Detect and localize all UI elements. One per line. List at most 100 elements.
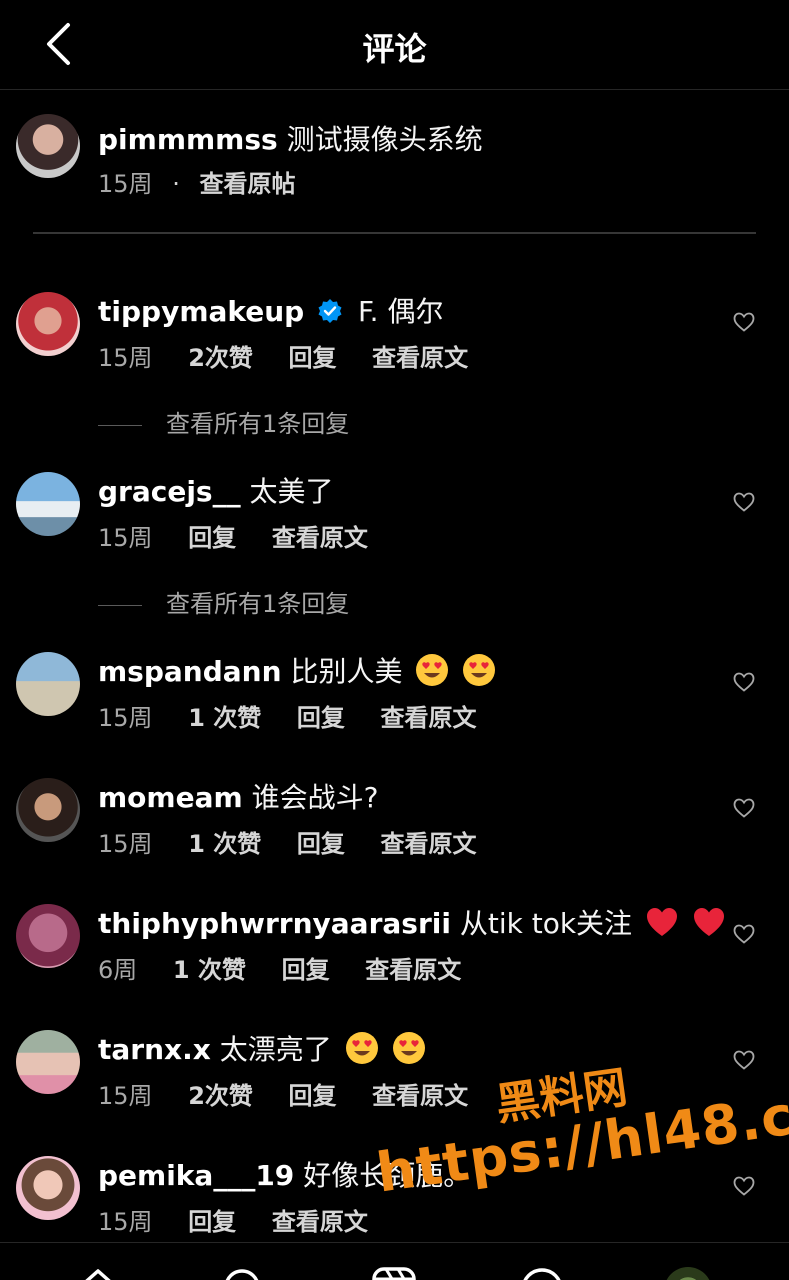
like-count[interactable]: 1 次赞	[173, 956, 246, 984]
comment-line: pemika___19 好像长颈鹿。	[98, 1154, 471, 1194]
comment-text: 太美了	[249, 475, 334, 508]
comment-time: 15周	[98, 1208, 153, 1236]
comment-line: gracejs__ 太美了	[98, 470, 334, 510]
comment-meta: 15周 2次赞 回复 查看原文	[98, 1076, 496, 1111]
comment-item: tippymakeup F. 偶尔 15周 2次赞 回复 查看原文	[0, 288, 789, 388]
comment-item: momeam 谁会战斗? 15周 1 次赞 回复 查看原文	[0, 774, 789, 874]
comment-username[interactable]: momeam	[98, 781, 243, 814]
comment-meta: 15周 2次赞 回复 查看原文	[98, 338, 496, 373]
reels-icon[interactable]	[370, 1265, 418, 1280]
see-translation-button[interactable]: 查看原文	[381, 704, 477, 732]
heart-eyes-emoji	[416, 654, 449, 686]
home-icon[interactable]	[74, 1265, 122, 1280]
see-translation-button[interactable]: 查看原文	[372, 344, 468, 372]
caption-time: 15周	[98, 170, 153, 198]
avatar[interactable]	[16, 472, 80, 536]
avatar[interactable]	[16, 292, 80, 356]
avatar[interactable]	[16, 1030, 80, 1094]
comment-item: tarnx.x 太漂亮了 15周 2次赞 回复 查看原文	[0, 1026, 789, 1126]
comment-username[interactable]: gracejs__	[98, 475, 241, 508]
replies-line	[98, 424, 142, 426]
reply-button[interactable]: 回复	[297, 704, 345, 732]
view-replies-button[interactable]: 查看所有1条回复	[98, 404, 349, 439]
comment-time: 15周	[98, 704, 153, 732]
comment-item: thiphyphwrrnyaarasrii 从tik tok关注 6周 1 次赞…	[0, 900, 789, 1000]
red-heart-emoji	[693, 908, 724, 936]
avatar[interactable]	[16, 1156, 80, 1220]
post-caption: pimmmmss 测试摄像头系统 15周 · 查看原帖	[0, 110, 789, 200]
comment-meta: 6周 1 次赞 回复 查看原文	[98, 950, 489, 985]
reply-button[interactable]: 回复	[282, 956, 330, 984]
comment-username[interactable]: pemika___19	[98, 1159, 294, 1192]
reply-button[interactable]: 回复	[297, 830, 345, 858]
like-count[interactable]: 2次赞	[188, 1082, 253, 1110]
comment-text: 谁会战斗?	[251, 781, 379, 814]
view-replies-label: 查看所有1条回复	[166, 410, 350, 438]
comment-text: F. 偶尔	[358, 295, 444, 328]
like-count[interactable]: 1 次赞	[188, 830, 261, 858]
see-translation-button[interactable]: 查看原文	[381, 830, 477, 858]
comment-item: pemika___19 好像长颈鹿。 15周 回复 查看原文	[0, 1152, 789, 1252]
comment-line: tippymakeup F. 偶尔	[98, 290, 443, 330]
heart-icon[interactable]	[732, 1048, 756, 1072]
comment-username[interactable]: tippymakeup	[98, 295, 304, 328]
comment-line: momeam 谁会战斗?	[98, 776, 378, 816]
meta-dot: ·	[172, 170, 180, 198]
replies-line	[98, 604, 142, 606]
comment-text: 太漂亮了	[219, 1033, 332, 1066]
comment-time: 15周	[98, 524, 153, 552]
reply-button[interactable]: 回复	[289, 344, 337, 372]
comment-text: 从tik tok关注	[459, 907, 633, 940]
comment-meta: 15周 回复 查看原文	[98, 1202, 396, 1237]
heart-icon[interactable]	[732, 310, 756, 334]
see-translation-button[interactable]: 查看原文	[372, 1082, 468, 1110]
comment-meta: 15周 1 次赞 回复 查看原文	[98, 824, 505, 859]
reply-button[interactable]: 回复	[188, 1208, 236, 1236]
comment-text: 比别人美	[290, 655, 403, 688]
page-title: 评论	[362, 30, 427, 68]
caption-meta: 15周 · 查看原帖	[98, 164, 323, 199]
avatar[interactable]	[16, 778, 80, 842]
profile-avatar[interactable]	[664, 1267, 712, 1280]
comment-username[interactable]: tarnx.x	[98, 1033, 211, 1066]
messenger-icon[interactable]	[518, 1265, 566, 1280]
comment-meta: 15周 回复 查看原文	[98, 518, 396, 553]
see-translation-button[interactable]: 查看原文	[272, 524, 368, 552]
like-count[interactable]: 2次赞	[188, 344, 253, 372]
comment-time: 6周	[98, 956, 138, 984]
heart-icon[interactable]	[732, 922, 756, 946]
see-translation-button[interactable]: 查看原文	[365, 956, 461, 984]
heart-icon[interactable]	[732, 1174, 756, 1198]
search-icon[interactable]	[220, 1265, 268, 1280]
comment-meta: 15周 1 次赞 回复 查看原文	[98, 698, 505, 733]
comment-text: 好像长颈鹿。	[303, 1159, 472, 1192]
bottom-nav	[0, 1242, 789, 1280]
avatar[interactable]	[16, 652, 80, 716]
comment-time: 15周	[98, 830, 153, 858]
view-replies-label: 查看所有1条回复	[166, 590, 350, 618]
heart-icon[interactable]	[732, 796, 756, 820]
heart-eyes-emoji	[463, 654, 496, 686]
caption-username[interactable]: pimmmmss	[98, 123, 278, 156]
divider	[33, 232, 756, 234]
comment-time: 15周	[98, 1082, 153, 1110]
heart-icon[interactable]	[732, 490, 756, 514]
comment-time: 15周	[98, 344, 153, 372]
view-replies-button[interactable]: 查看所有1条回复	[98, 584, 349, 619]
heart-eyes-emoji	[392, 1032, 425, 1064]
comment-line: tarnx.x 太漂亮了	[98, 1028, 426, 1068]
avatar[interactable]	[16, 904, 80, 968]
comment-username[interactable]: thiphyphwrrnyaarasrii	[98, 907, 451, 940]
heart-icon[interactable]	[732, 670, 756, 694]
reply-button[interactable]: 回复	[289, 1082, 337, 1110]
comment-line: thiphyphwrrnyaarasrii 从tik tok关注	[98, 902, 726, 942]
avatar[interactable]	[16, 114, 80, 178]
heart-eyes-emoji	[345, 1032, 378, 1064]
view-post-link[interactable]: 查看原帖	[199, 170, 295, 198]
see-translation-button[interactable]: 查看原文	[272, 1208, 368, 1236]
comment-username[interactable]: mspandann	[98, 655, 282, 688]
like-count[interactable]: 1 次赞	[188, 704, 261, 732]
reply-button[interactable]: 回复	[188, 524, 236, 552]
caption-line: pimmmmss 测试摄像头系统	[98, 118, 483, 158]
top-bar: 评论	[0, 0, 789, 90]
